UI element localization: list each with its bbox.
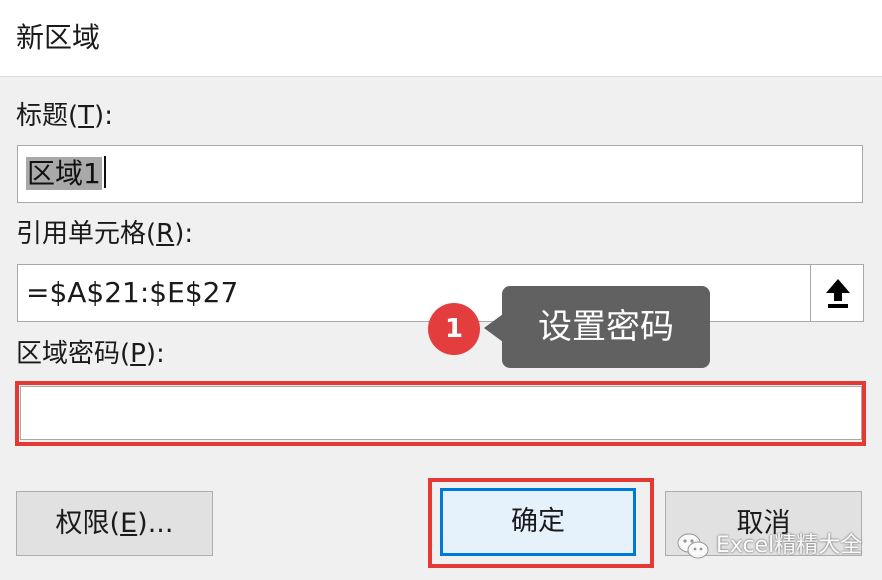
ok-button[interactable]: 确定	[440, 488, 636, 556]
reference-label-suffix: ):	[174, 219, 194, 249]
password-label-key: P	[130, 339, 146, 369]
permissions-button[interactable]: 权限(E)...	[16, 491, 213, 556]
text-caret	[103, 156, 106, 188]
password-label: 区域密码(P):	[16, 336, 165, 372]
title-label-prefix: 标题(	[16, 101, 79, 131]
title-label-key: T	[78, 101, 95, 131]
annotation-tooltip: 设置密码	[502, 286, 710, 368]
reference-input-value: =$A$21:$E$27	[26, 276, 239, 309]
watermark: Excel精精大全	[676, 526, 862, 566]
title-label-suffix: ):	[94, 101, 113, 131]
dialog-title: 新区域	[16, 21, 101, 54]
upload-arrow-icon	[826, 279, 850, 308]
reference-label-prefix: 引用单元格(	[16, 219, 157, 249]
permissions-label-key: E	[120, 508, 138, 539]
watermark-text: Excel精精大全	[716, 533, 863, 558]
reference-label-key: R	[156, 219, 175, 249]
collapse-dialog-button[interactable]	[810, 264, 864, 322]
title-input-value: 区域1	[26, 157, 102, 190]
password-highlight-box	[15, 381, 866, 446]
password-label-suffix: ):	[145, 339, 165, 369]
reference-label: 引用单元格(R):	[16, 216, 193, 252]
permissions-label-suffix: )...	[137, 508, 174, 539]
wechat-icon	[677, 533, 709, 559]
permissions-label-prefix: 权限(	[55, 508, 121, 539]
title-label: 标题(T):	[16, 98, 113, 134]
title-input[interactable]: 区域1	[17, 145, 863, 203]
dialog-titlebar: 新区域	[0, 0, 882, 77]
tooltip-arrow	[484, 314, 503, 342]
step-badge: 1	[428, 303, 480, 355]
password-label-prefix: 区域密码(	[16, 339, 131, 369]
